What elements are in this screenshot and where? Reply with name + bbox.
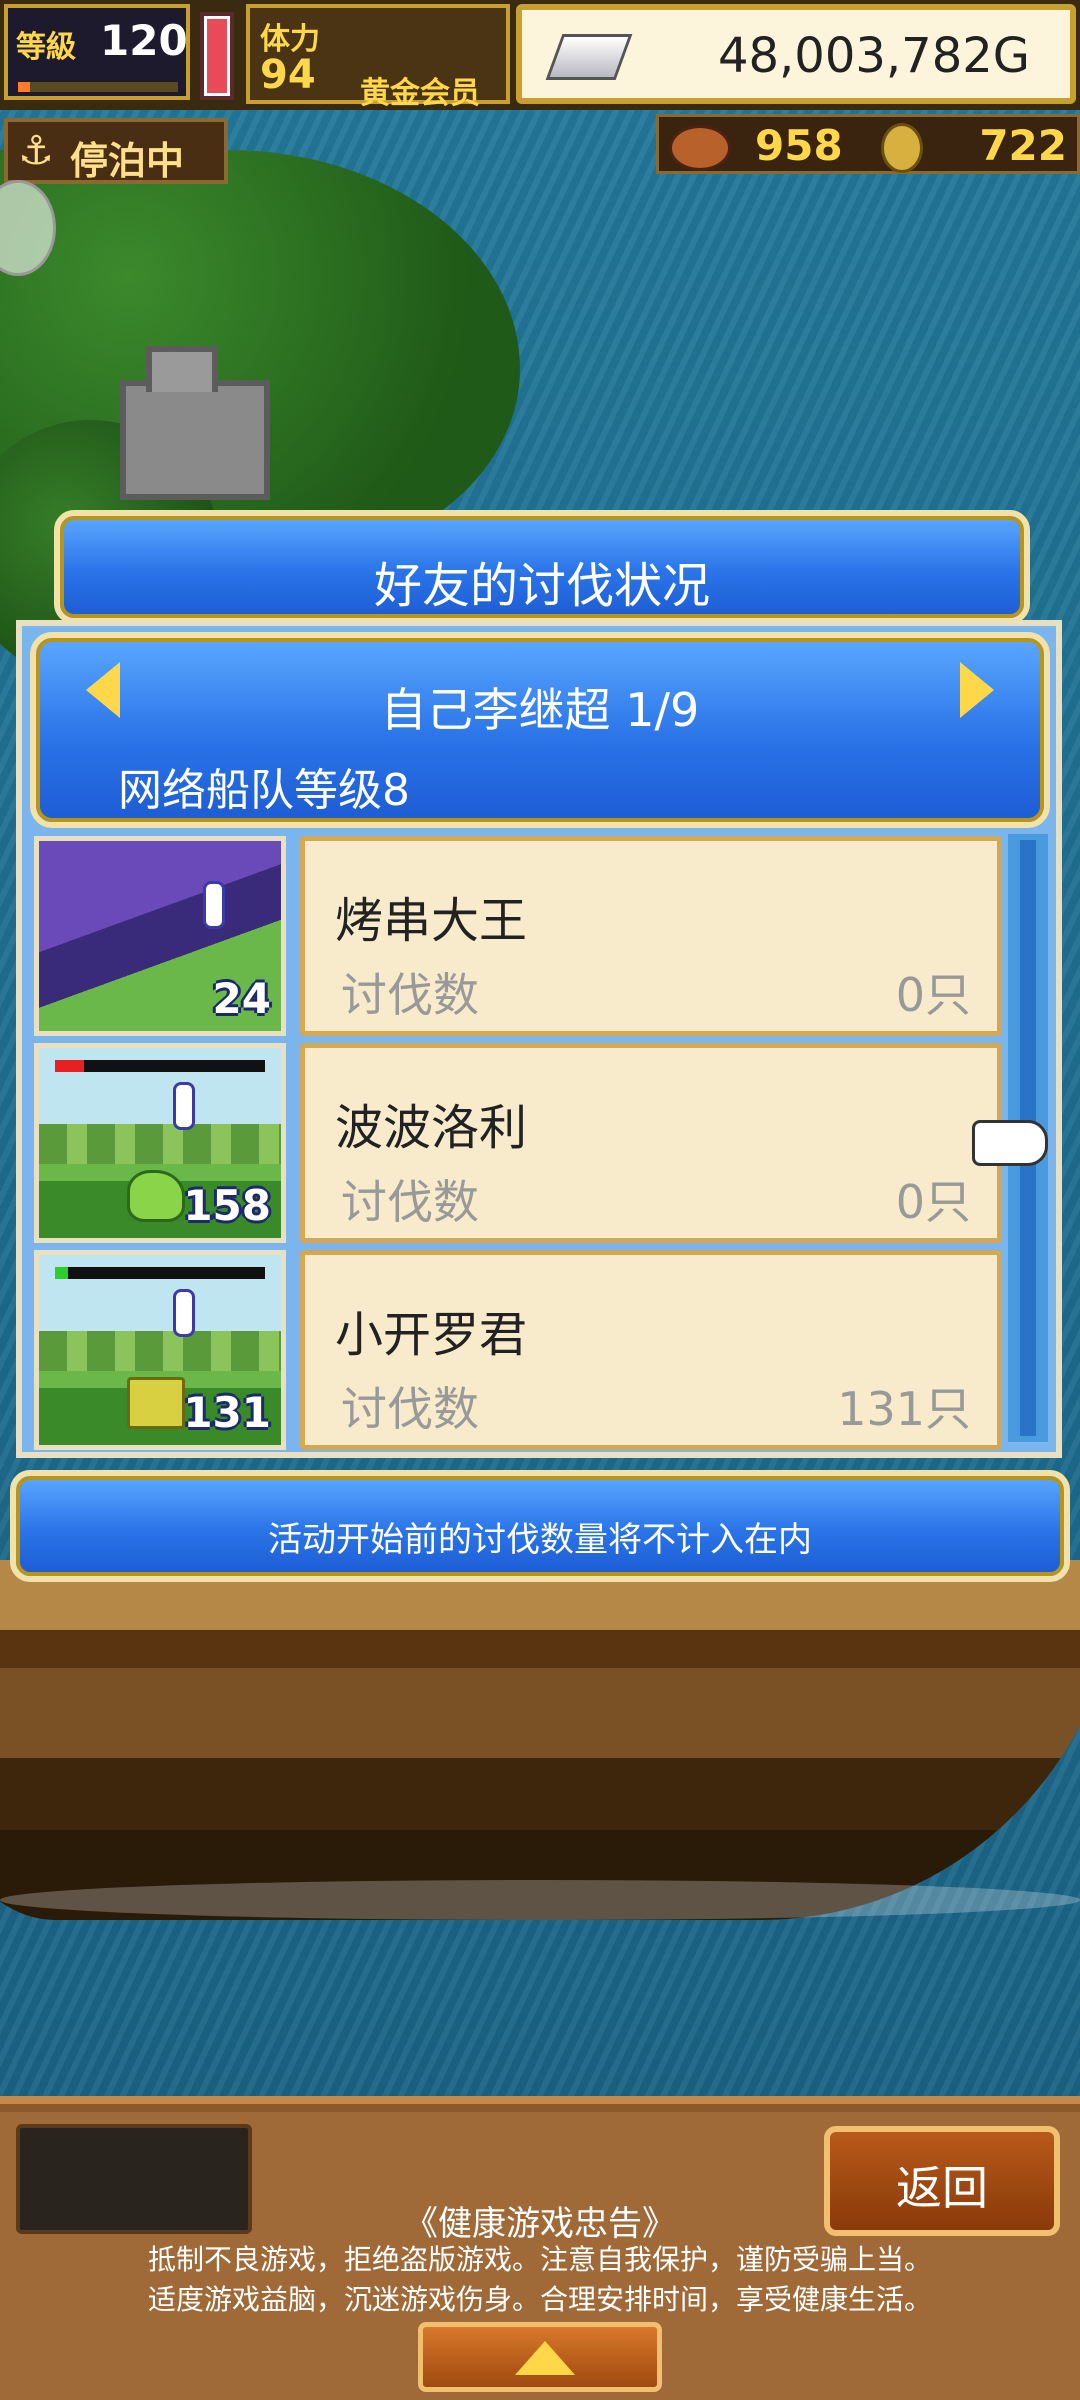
status-label: 停泊中 (70, 139, 185, 183)
advisory-line: 抵制不良游戏，拒绝盗版游戏。注意自我保护，谨防受骗上当。 (147, 2243, 932, 2276)
gold-panel[interactable]: 48,003,782G (516, 4, 1076, 104)
fleet-level: 网络船队等级8 (118, 765, 410, 816)
alert-marker-icon (173, 1289, 195, 1337)
monster-thumbnail: 131 (34, 1250, 286, 1450)
alert-marker-icon (173, 1082, 195, 1130)
monster-level: 158 (183, 1181, 271, 1230)
friend-card[interactable]: 烤串大王 讨伐数 0只 (300, 836, 1002, 1036)
friend-card[interactable]: 波波洛利 讨伐数 0只 (300, 1043, 1002, 1243)
hp-bar (55, 1060, 265, 1072)
membership-badge: 黄金会员 (360, 76, 480, 111)
top-hud: 等級 120 体力 94 黄金会员 48,003,782G (0, 0, 1080, 111)
monster-level: 131 (183, 1388, 271, 1437)
hp-bar (55, 1267, 265, 1279)
level-label: 等級 (16, 30, 76, 65)
list-item[interactable]: 24 烤串大王 讨伐数 0只 (34, 836, 1006, 1036)
ship-wake (0, 1880, 1080, 1920)
bottom-bar: 返回 《健康游戏忠告》 抵制不良游戏，拒绝盗版游戏。注意自我保护，谨防受骗上当。… (0, 2096, 1080, 2400)
tree-line (39, 1331, 281, 1371)
friend-row-name: 烤串大王 (335, 893, 528, 949)
friend-row-name: 小开罗君 (335, 1307, 528, 1363)
defeat-count: 0只 (895, 968, 971, 1022)
food-icon (669, 125, 731, 171)
stamina-value: 94 (260, 52, 316, 98)
up-arrow-icon (515, 2341, 575, 2375)
exp-bar (18, 82, 178, 92)
gold-amount: 48,003,782G (717, 28, 1030, 84)
stamina-gauge (200, 12, 234, 100)
defeat-label: 讨伐数 (341, 1382, 479, 1436)
friend-row-name: 波波洛利 (335, 1100, 528, 1156)
player-level-panel: 等級 120 (4, 4, 190, 100)
dialog-title: 好友的讨伐状况 (373, 558, 710, 614)
pointer-hand-icon (972, 1120, 1048, 1166)
dialog-title-bar: 好友的讨伐状况 (54, 510, 1030, 624)
player-level: 120 (100, 16, 188, 65)
defeat-label: 讨伐数 (341, 1175, 479, 1229)
stamina-panel: 体力 94 黄金会员 (246, 4, 510, 111)
defeat-count: 131只 (837, 1382, 971, 1436)
monster-level: 24 (212, 974, 271, 1023)
notice-text: 活动开始前的讨伐数量将不计入在内 (268, 1520, 812, 1560)
resource-panel: 958 722 (656, 114, 1080, 174)
alert-marker-icon (203, 881, 225, 929)
list-item[interactable]: 158 波波洛利 讨伐数 0只 (34, 1043, 1006, 1243)
advisory-line: 适度游戏益脑，沉迷游戏伤身。合理安排时间，享受健康生活。 (147, 2283, 932, 2316)
friend-name: 自己李继超 1/9 (380, 683, 700, 737)
food-count: 958 (755, 121, 843, 170)
status-anchored[interactable]: ⚓ 停泊中 (4, 118, 228, 184)
notice-bar: 活动开始前的讨伐数量将不计入在内 (10, 1470, 1070, 1582)
expand-menu-button[interactable] (418, 2322, 662, 2392)
next-friend-arrow-icon[interactable] (960, 662, 994, 718)
defeat-label: 讨伐数 (341, 968, 479, 1022)
tree-line (39, 1124, 281, 1164)
defeat-count: 0只 (895, 1175, 971, 1229)
monster-thumbnail: 24 (34, 836, 286, 1036)
friend-card[interactable]: 小开罗君 讨伐数 131只 (300, 1250, 1002, 1450)
silver-ingot-icon (545, 34, 633, 80)
coin-icon (881, 123, 923, 173)
slime-monster-icon (127, 1170, 185, 1222)
monster-thumbnail: 158 (34, 1043, 286, 1243)
friend-header: 自己李继超 1/9 网络船队等级8 (30, 632, 1050, 828)
castle-ruin (120, 346, 270, 500)
anchor-icon: ⚓ (18, 128, 54, 174)
list-item[interactable]: 131 小开罗君 讨伐数 131只 (34, 1250, 1006, 1450)
cube-monster-icon (127, 1377, 185, 1429)
coin-count: 722 (979, 121, 1067, 170)
